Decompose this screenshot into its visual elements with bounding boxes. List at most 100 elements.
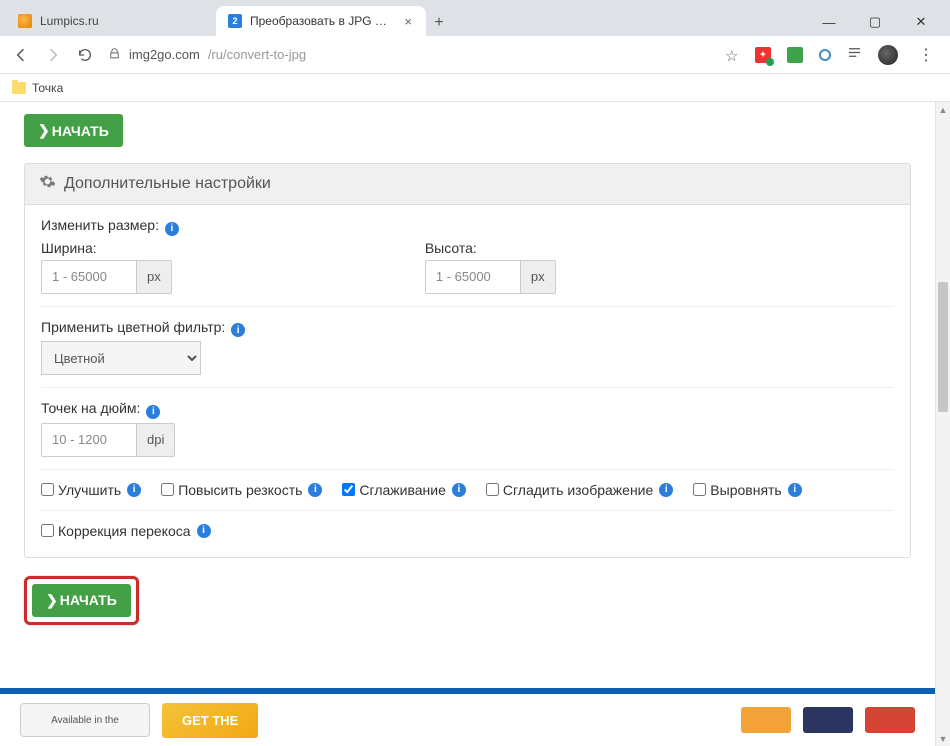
sharpen-input[interactable] [161,483,174,496]
scroll-up-icon[interactable]: ▲ [936,102,950,117]
height-label: Высота: [425,240,809,256]
info-icon[interactable]: i [197,524,211,538]
info-icon[interactable]: i [127,483,141,497]
start-button-top[interactable]: ❯ НАЧАТЬ [24,114,123,147]
page-content: ❯ НАЧАТЬ Дополнительные настройки Измени… [0,102,935,625]
panel-body: Изменить размер: i Ширина: px Высота: [25,205,910,557]
bookmark-star-icon[interactable]: ☆ [725,47,741,63]
color-filter-select[interactable]: Цветной [41,341,201,375]
back-button[interactable] [12,46,30,64]
start-button-bottom[interactable]: ❯ НАЧАТЬ [32,584,131,617]
footer-band: Available in the GET THE [0,688,935,746]
scroll-down-icon[interactable]: ▼ [936,731,950,746]
start-button-label: НАЧАТЬ [52,123,109,139]
height-input-group: px [425,260,556,294]
advanced-settings-panel: Дополнительные настройки Изменить размер… [24,163,911,558]
start-button-label: НАЧАТЬ [60,592,117,608]
antialias-input[interactable] [342,483,355,496]
partner-logo[interactable] [741,707,791,733]
tab-lumpics[interactable]: Lumpics.ru [6,6,216,36]
align-checkbox[interactable]: Выровнять i [693,482,801,498]
info-icon[interactable]: i [308,483,322,497]
width-input[interactable] [41,260,137,294]
dpi-input-group: dpi [41,423,175,457]
enhancements-row: Улучшить i Повысить резкость i Сглаживан… [41,482,894,498]
forward-button[interactable] [44,46,62,64]
maximize-button[interactable]: ▢ [862,14,888,30]
reload-button[interactable] [76,46,94,64]
close-icon[interactable]: × [402,14,414,29]
folder-icon [12,82,26,94]
browser-titlebar: Lumpics.ru 2 Преобразовать в JPG — Конве… [0,0,950,36]
width-input-group: px [41,260,172,294]
info-icon[interactable]: i [231,323,245,337]
info-icon[interactable]: i [788,483,802,497]
smooth-checkbox[interactable]: Сгладить изображение i [486,482,673,498]
scrollbar[interactable]: ▲ ▼ [935,102,950,746]
lock-icon [108,47,121,63]
favicon-lumpics [18,14,32,28]
profile-avatar[interactable] [878,45,898,65]
store-badge[interactable]: Available in the [20,703,150,737]
menu-button[interactable]: ⋮ [914,45,938,65]
info-icon[interactable]: i [452,483,466,497]
px-unit: px [521,260,556,294]
partner-logo[interactable] [865,707,915,733]
info-icon[interactable]: i [165,222,179,236]
bookmarks-bar: Точка [0,74,950,102]
extension-music-icon[interactable] [787,47,803,63]
enhance-checkbox[interactable]: Улучшить i [41,482,141,498]
tab-label: Преобразовать в JPG — Конве… [250,14,394,28]
panel-header: Дополнительные настройки [25,164,910,205]
divider [41,387,894,388]
partner-logo[interactable] [803,707,853,733]
antialias-checkbox[interactable]: Сглаживание i [342,482,465,498]
dpi-unit: dpi [137,423,175,457]
window-controls: — ▢ ✕ [816,14,942,36]
page-viewport: ▲ ▼ ❯ НАЧАТЬ Дополнительные настройки Из… [0,102,950,746]
deskew-row: Коррекция перекоса i [41,523,894,539]
width-col: Ширина: px [41,240,425,294]
align-input[interactable] [693,483,706,496]
filter-section-label: Применить цветной фильтр: i [41,319,894,338]
reading-list-icon[interactable] [847,45,862,65]
height-input[interactable] [425,260,521,294]
start-button-wrap-bottom: ❯ НАЧАТЬ [24,576,911,625]
divider [41,469,894,470]
bookmark-item[interactable]: Точка [32,81,63,95]
tab-label: Lumpics.ru [40,14,204,28]
favicon-img2go: 2 [228,14,242,28]
dpi-section-label: Точек на дюйм: i [41,400,894,419]
panel-title: Дополнительные настройки [64,175,271,193]
info-icon[interactable]: i [146,405,160,419]
smooth-input[interactable] [486,483,499,496]
resize-section-label: Изменить размер: i [41,217,894,236]
chevron-right-icon: ❯ [46,592,58,609]
new-tab-button[interactable]: + [426,10,452,36]
extension-adblock-icon[interactable]: ✦ [755,47,771,63]
get-app-button[interactable]: GET THE [162,703,258,738]
scrollbar-thumb[interactable] [938,282,948,412]
info-icon[interactable]: i [659,483,673,497]
minimize-button[interactable]: — [816,15,842,30]
annotation-highlight: ❯ НАЧАТЬ [24,576,139,625]
url-path: /ru/convert-to-jpg [208,47,306,62]
size-row: Ширина: px Высота: px [41,240,894,294]
dpi-input[interactable] [41,423,137,457]
address-bar[interactable]: img2go.com/ru/convert-to-jpg [108,47,711,63]
tab-img2go[interactable]: 2 Преобразовать в JPG — Конве… × [216,6,426,36]
enhance-input[interactable] [41,483,54,496]
sharpen-checkbox[interactable]: Повысить резкость i [161,482,322,498]
deskew-input[interactable] [41,524,54,537]
footer-logos [741,707,915,733]
divider [41,306,894,307]
chevron-right-icon: ❯ [38,122,50,139]
deskew-checkbox[interactable]: Коррекция перекоса i [41,523,211,539]
url-host: img2go.com [129,47,200,62]
height-col: Высота: px [425,240,809,294]
gear-icon [39,173,56,195]
divider [41,510,894,511]
extension-opera-icon[interactable] [819,49,831,61]
close-button[interactable]: ✕ [908,14,934,30]
browser-toolbar: img2go.com/ru/convert-to-jpg ☆ ✦ ⋮ [0,36,950,74]
